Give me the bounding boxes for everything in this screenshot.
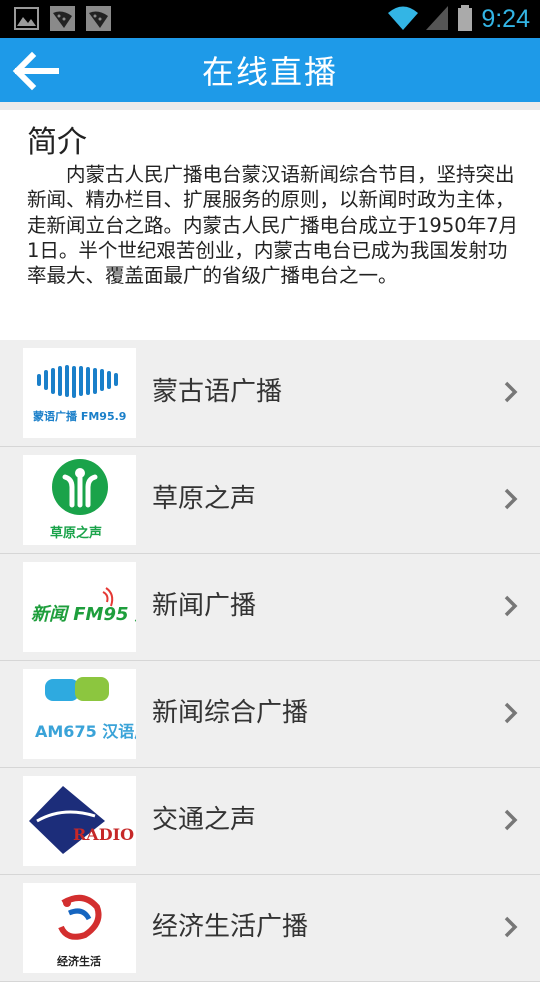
news-radio-logo: 新闻 FM95 广播: [23, 562, 136, 652]
mongolian-logo-text: 蒙语广播 FM95.9: [33, 409, 126, 423]
wifi-icon: [388, 6, 418, 30]
chevron-right-icon: [504, 809, 518, 831]
station-list: 蒙语广播 FM95.9 蒙古语广播 草原之声 草原之声 新闻 FM95 广播: [0, 340, 540, 982]
grassland-logo-text: 草原之声: [50, 525, 102, 541]
action-bar: 在线直播: [0, 38, 540, 102]
page-title: 在线直播: [201, 53, 338, 91]
intro-title: 简介: [27, 125, 87, 160]
notification-icon: [86, 6, 111, 31]
station-name: 交通之声: [152, 805, 257, 835]
notification-icon: [50, 6, 75, 31]
station-name: 新闻综合广播: [152, 698, 309, 728]
traffic-logo-text: RADIO: [73, 825, 134, 844]
chevron-right-icon: [504, 916, 518, 938]
station-item-economic[interactable]: 经济生活 经济生活广播: [0, 875, 540, 982]
station-name: 草原之声: [152, 484, 257, 514]
station-name: 新闻广播: [152, 591, 257, 621]
news-logo-text: 新闻 FM95 广播: [31, 604, 136, 625]
battery-icon: [458, 5, 472, 31]
intro-section: 简介 内蒙古人民广播电台蒙汉语新闻综合节目，坚持突出新闻、精办栏目、扩展服务的原…: [0, 110, 540, 340]
station-item-news-general[interactable]: AM675 汉语广播 新闻综合广播: [0, 661, 540, 768]
chevron-right-icon: [504, 595, 518, 617]
chevron-right-icon: [504, 381, 518, 403]
station-item-traffic[interactable]: RADIO 交通之声: [0, 768, 540, 875]
status-time: 9:24: [481, 5, 530, 33]
economic-logo-text: 经济生活: [57, 954, 101, 968]
image-icon: [14, 7, 39, 30]
station-name: 经济生活广播: [152, 912, 309, 942]
news-general-logo: AM675 汉语广播: [23, 669, 136, 759]
traffic-voice-logo: RADIO: [23, 776, 136, 866]
status-bar: 9:24: [0, 0, 540, 38]
chevron-right-icon: [504, 702, 518, 724]
station-name: 蒙古语广播: [152, 377, 283, 407]
station-item-grassland[interactable]: 草原之声 草原之声: [0, 447, 540, 554]
station-item-mongolian[interactable]: 蒙语广播 FM95.9 蒙古语广播: [0, 340, 540, 447]
station-item-news[interactable]: 新闻 FM95 广播 新闻广播: [0, 554, 540, 661]
chevron-right-icon: [504, 488, 518, 510]
signal-icon: [426, 6, 448, 30]
intro-body: 内蒙古人民广播电台蒙汉语新闻综合节目，坚持突出新闻、精办栏目、扩展服务的原则，以…: [27, 163, 519, 288]
grassland-voice-logo: 草原之声: [23, 455, 136, 545]
news-general-logo-text: AM675 汉语广播: [35, 722, 136, 741]
mongolian-radio-logo: 蒙语广播 FM95.9: [23, 348, 136, 438]
